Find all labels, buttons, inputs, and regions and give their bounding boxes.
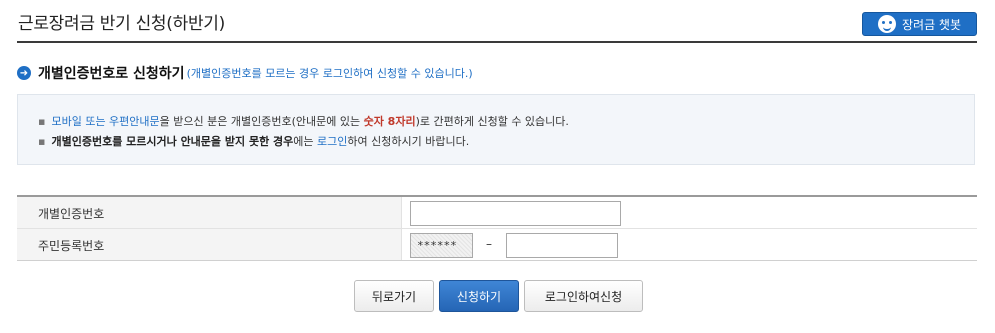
page-title: 근로장려금 반기 신청(하반기) xyxy=(18,14,225,34)
form-row-auth: 개별인증번호 xyxy=(17,197,977,229)
auth-label-cell: 개별인증번호 xyxy=(17,197,402,228)
auth-number-label: 개별인증번호 xyxy=(38,207,105,221)
info-text: 을 받으신 분은 개별인증번호(안내문에 있는 xyxy=(159,115,364,128)
rrn-label-cell: 주민등록번호 xyxy=(17,229,402,260)
info-login-link[interactable]: 로그인 xyxy=(317,135,347,148)
info-highlight-digits: 숫자 8자리 xyxy=(363,115,416,128)
chatbot-face-icon xyxy=(877,15,896,33)
section-title: 개별인증번호로 신청하기 xyxy=(38,66,185,82)
auth-number-input[interactable] xyxy=(410,201,621,226)
rrn-label: 주민등록번호 xyxy=(38,239,105,253)
section-header: ➜ 개별인증번호로 신청하기 (개별인증번호를 모르는 경우 로그인하여 신청할… xyxy=(17,63,473,83)
back-button[interactable]: 뒤로가기 xyxy=(354,280,434,312)
chatbot-label: 장려금 챗봇 xyxy=(901,17,961,32)
bullet-icon: ▪ xyxy=(38,115,46,128)
form-row-rrn: 주민등록번호 ****** – xyxy=(17,229,977,260)
bullet-icon: ▪ xyxy=(38,135,46,148)
auth-form: 개별인증번호 주민등록번호 ****** – xyxy=(17,195,977,261)
info-text: 에는 xyxy=(293,135,318,148)
title-divider xyxy=(17,41,977,43)
rrn-front-masked-field: ****** xyxy=(410,233,473,258)
chatbot-button[interactable]: 장려금 챗봇 xyxy=(862,12,977,36)
login-apply-button[interactable]: 로그인하여신청 xyxy=(524,280,643,312)
arrow-right-circle-icon: ➜ xyxy=(17,66,31,80)
info-text: 하여 신청하시기 바랍니다. xyxy=(347,135,470,148)
info-line-2: ▪ 개별인증번호를 모르시거나 안내문을 받지 못한 경우에는 로그인하여 신청하… xyxy=(38,133,469,149)
info-line-1: ▪ 모바일 또는 우편안내문을 받으신 분은 개별인증번호(안내문에 있는 숫자 … xyxy=(38,113,569,129)
rrn-separator: – xyxy=(486,237,492,251)
info-bold-text: 개별인증번호를 모르시거나 안내문을 받지 못한 경우 xyxy=(51,135,294,148)
apply-button[interactable]: 신청하기 xyxy=(439,280,519,312)
rrn-back-input[interactable] xyxy=(506,233,618,258)
info-box: ▪ 모바일 또는 우편안내문을 받으신 분은 개별인증번호(안내문에 있는 숫자 … xyxy=(17,94,975,165)
info-highlight-mobile: 모바일 또는 우편안내문 xyxy=(51,115,160,128)
section-subtitle: (개별인증번호를 모르는 경우 로그인하여 신청할 수 있습니다.) xyxy=(186,67,473,80)
info-text: )로 간편하게 신청할 수 있습니다. xyxy=(415,115,569,128)
